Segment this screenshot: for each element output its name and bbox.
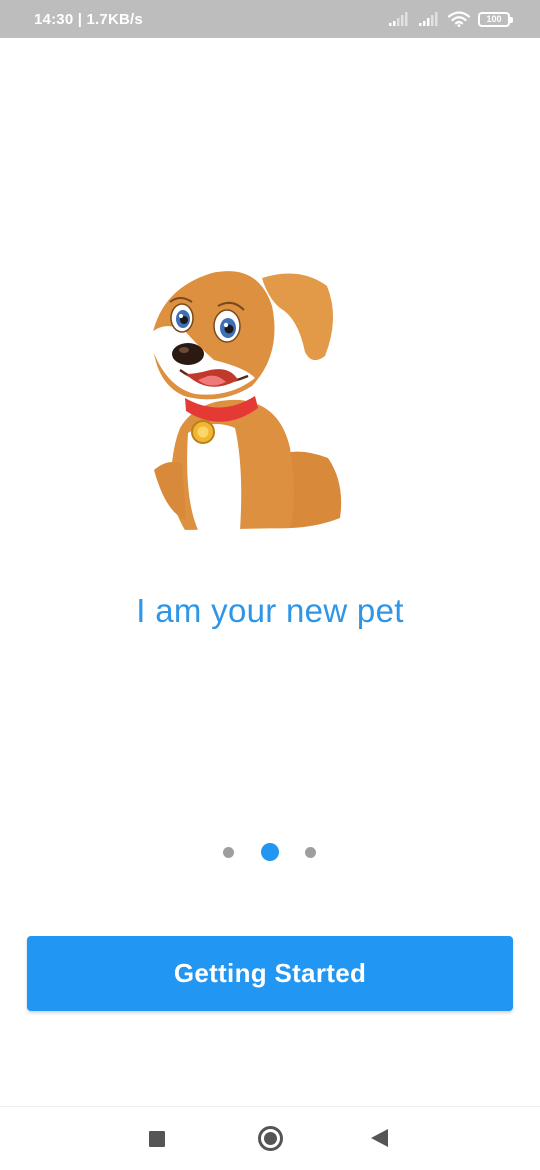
battery-icon: 100 [478,11,513,27]
home-icon[interactable] [258,1126,283,1151]
page-dot-active[interactable] [261,843,279,861]
signal-icon [419,12,438,26]
getting-started-button[interactable]: Getting Started [27,936,513,1011]
onboarding-headline: I am your new pet [136,592,404,629]
system-nav-bar [0,1106,540,1170]
back-icon[interactable] [371,1129,388,1147]
signal-icon [389,12,408,26]
puppy-illustration [148,271,342,530]
page-dot[interactable] [305,847,316,858]
page-dot[interactable] [223,847,234,858]
status-time-speed: 14:30 | 1.7KB/s [34,10,143,28]
wifi-icon [448,11,470,27]
page-indicator [0,842,540,862]
status-bar: 14:30 | 1.7KB/s 100 [0,0,540,38]
status-icons: 100 [388,11,513,27]
battery-level: 100 [486,13,502,24]
recent-apps-icon[interactable] [149,1131,165,1147]
onboarding-screen: 14:30 | 1.7KB/s 100 I am your new pet Ge… [0,0,540,1170]
